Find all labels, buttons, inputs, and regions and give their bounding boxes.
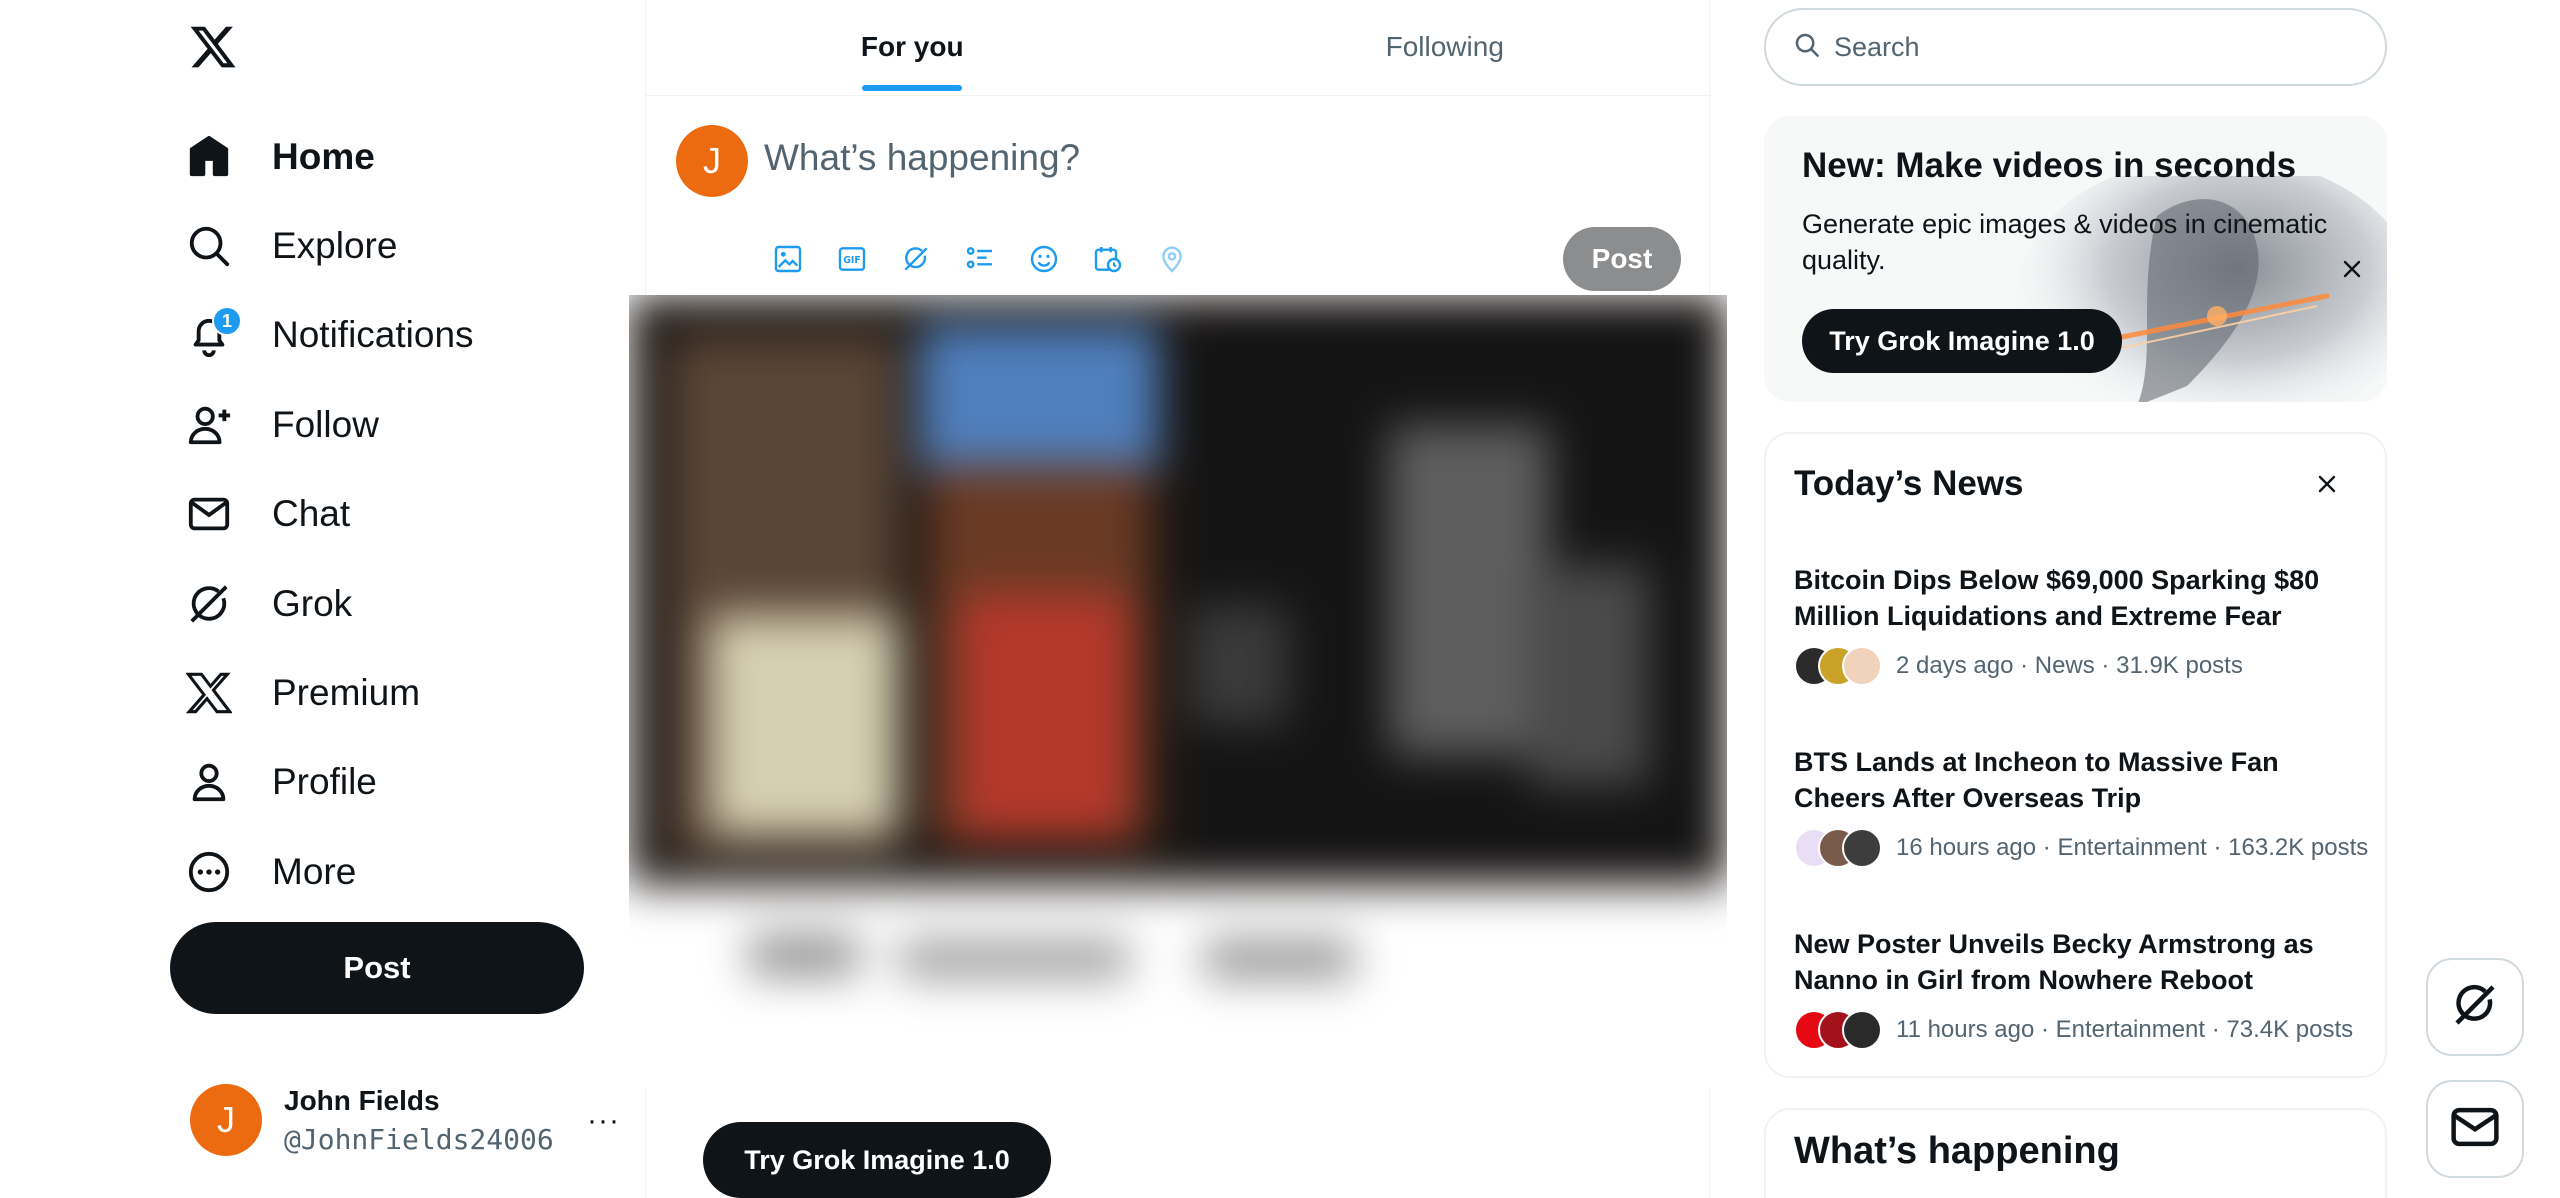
account-name: John Fields (284, 1084, 440, 1116)
left-sidebar: Home Explore 1 Notifications Follow Chat… (0, 0, 645, 1198)
news-item[interactable]: BTS Lands at Incheon to Massive Fan Chee… (1794, 744, 2374, 868)
main-column: For you Following J What’s happening? GI… (629, 0, 1727, 1198)
person-add-icon (186, 402, 232, 448)
poll-icon[interactable] (958, 237, 1002, 281)
grok-float-button[interactable] (2426, 958, 2524, 1056)
nav-item-explore[interactable]: Explore (186, 201, 474, 290)
nav-item-notifications[interactable]: 1 Notifications (186, 291, 474, 380)
news-headline: BTS Lands at Incheon to Massive Fan Chee… (1794, 747, 2279, 813)
svg-text:GIF: GIF (843, 255, 861, 266)
nav-item-chat[interactable]: Chat (186, 470, 474, 559)
primary-nav: Home Explore 1 Notifications Follow Chat… (186, 112, 474, 917)
more-circle-icon (186, 849, 232, 895)
person-icon (186, 759, 232, 805)
grok-icon (2448, 978, 2502, 1037)
nav-item-home[interactable]: Home (186, 112, 474, 201)
nav-item-profile[interactable]: Profile (186, 738, 474, 827)
messages-float-button[interactable] (2426, 1080, 2524, 1178)
news-title: Today’s News (1794, 464, 2024, 503)
avatar: J (190, 1084, 262, 1156)
active-tab-indicator (862, 85, 963, 91)
avatar (1842, 828, 1882, 868)
avatar (1842, 646, 1882, 686)
search-box[interactable]: Search (1764, 8, 2387, 86)
bell-icon: 1 (186, 306, 242, 358)
composer-toolbar: GIF (766, 237, 1214, 281)
close-icon[interactable] (2334, 251, 2370, 287)
promo-title: New: Make videos in seconds (1802, 146, 2297, 185)
grok-icon[interactable] (894, 237, 938, 281)
nav-item-more[interactable]: More (186, 827, 474, 916)
blurred-content (629, 295, 1727, 1090)
nav-label: Notifications (272, 314, 474, 356)
location-icon (1150, 237, 1194, 281)
blurred-media-preview (629, 295, 1727, 1090)
home-icon (186, 134, 232, 180)
image-icon[interactable] (766, 237, 810, 281)
news-item[interactable]: New Poster Unveils Becky Armstrong as Na… (1794, 926, 2374, 1050)
news-headline: Bitcoin Dips Below $69,000 Sparking $80 … (1794, 565, 2320, 631)
tab-label: Following (1385, 31, 1504, 62)
close-icon[interactable] (2309, 466, 2345, 502)
nav-item-premium[interactable]: Premium (186, 648, 474, 737)
x-logo-icon (186, 670, 232, 716)
promo-text: Generate epic images & videos in cinemat… (1802, 209, 2328, 275)
news-meta-text: 2 days ago · News · 31.9K posts (1896, 652, 2243, 679)
envelope-icon (186, 491, 232, 537)
nav-label: Explore (272, 225, 398, 267)
nav-label: Chat (272, 493, 351, 535)
nav-item-follow[interactable]: Follow (186, 380, 474, 469)
news-meta: 11 hours ago · Entertainment · 73.4K pos… (1794, 1010, 2374, 1050)
account-switcher[interactable]: J John Fields @JohnFields24006 ··· (190, 1080, 620, 1160)
news-meta-text: 16 hours ago · Entertainment · 163.2K po… (1896, 834, 2369, 861)
more-dots-icon[interactable]: ··· (587, 1104, 620, 1138)
nav-label: Home (272, 135, 375, 177)
grok-icon (186, 581, 232, 627)
avatar-stack (1794, 646, 1882, 686)
news-headline: New Poster Unveils Becky Armstrong as Na… (1794, 929, 2314, 995)
nav-label: Premium (272, 672, 421, 714)
timeline-tabs: For you Following (646, 0, 1711, 96)
sidebar-post-button[interactable]: Post (170, 922, 584, 1014)
nav-label: Follow (272, 403, 379, 445)
nav-label: Grok (272, 582, 353, 624)
news-meta: 16 hours ago · Entertainment · 163.2K po… (1794, 828, 2374, 868)
schedule-icon[interactable] (1086, 237, 1130, 281)
avatar-stack (1794, 1010, 1882, 1050)
emoji-icon[interactable] (1022, 237, 1066, 281)
grok-imagine-promo: New: Make videos in seconds Generate epi… (1764, 116, 2387, 402)
news-meta: 2 days ago · News · 31.9K posts (1794, 646, 2374, 686)
tab-following[interactable]: Following (1179, 0, 1712, 95)
post-composer: J What’s happening? GIF Post (646, 97, 1711, 295)
search-icon (1792, 30, 1822, 65)
avatar-stack (1794, 828, 1882, 868)
promo-try-button[interactable]: Try Grok Imagine 1.0 (1802, 309, 2122, 373)
nav-label: More (272, 850, 357, 892)
avatar: J (676, 125, 748, 197)
search-icon (186, 223, 232, 269)
account-handle: @JohnFields24006 (284, 1122, 554, 1156)
search-input[interactable]: Search (1834, 32, 1920, 63)
compose-post-button[interactable]: Post (1563, 227, 1681, 291)
tab-for-you[interactable]: For you (646, 0, 1179, 95)
avatar (1842, 1010, 1882, 1050)
envelope-icon (2448, 1100, 2502, 1159)
nav-item-grok[interactable]: Grok (186, 559, 474, 648)
notification-badge: 1 (212, 306, 242, 337)
account-info: John Fields @JohnFields24006 (284, 1085, 554, 1156)
nav-label: Profile (272, 761, 377, 803)
news-meta-text: 11 hours ago · Entertainment · 73.4K pos… (1896, 1016, 2354, 1043)
todays-news-panel: Today’s News Bitcoin Dips Below $69,000 … (1764, 432, 2387, 1078)
compose-input[interactable]: What’s happening? (764, 137, 1080, 179)
gif-icon[interactable]: GIF (830, 237, 874, 281)
tab-label: For you (860, 31, 964, 62)
whats-happening-panel: What’s happening (1764, 1108, 2387, 1198)
x-logo-icon[interactable] (188, 22, 238, 72)
try-grok-imagine-button[interactable]: Try Grok Imagine 1.0 (703, 1122, 1051, 1198)
happening-title: What’s happening (1794, 1130, 2120, 1172)
news-item[interactable]: Bitcoin Dips Below $69,000 Sparking $80 … (1794, 562, 2374, 686)
